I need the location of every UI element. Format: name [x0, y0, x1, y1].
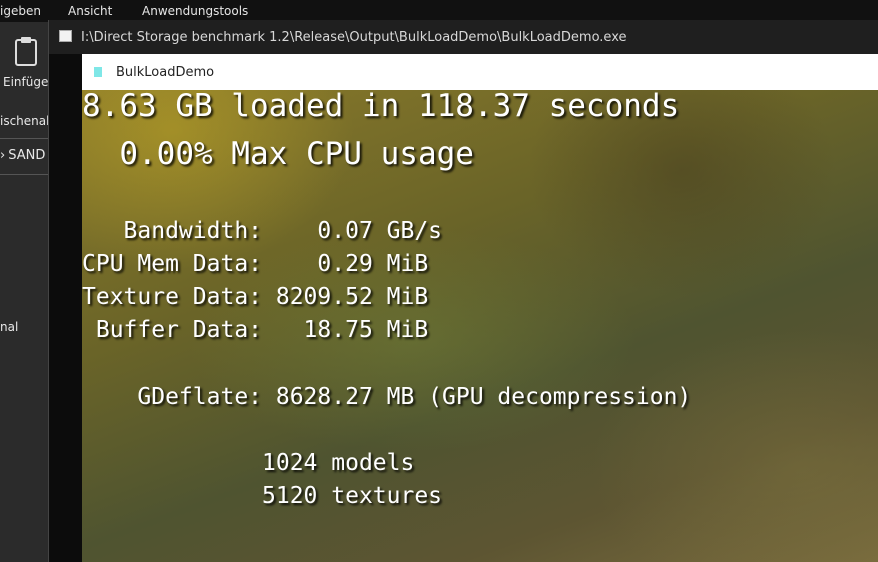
cpu-usage: 0.00% Max CPU usage — [82, 136, 474, 172]
folder-nav-label[interactable]: nal — [0, 320, 18, 334]
app-window: BulkLoadDemo 8.63 GB loaded in 118.37 se… — [82, 54, 878, 562]
console-title-bar[interactable]: I:\Direct Storage benchmark 1.2\Release\… — [49, 20, 878, 54]
drive-nav-item[interactable]: › SAND — [0, 148, 45, 163]
buffer-data-stat: Buffer Data: 18.75 MiB — [82, 317, 429, 343]
render-viewport: 8.63 GB loaded in 118.37 seconds 0.00% M… — [82, 90, 878, 562]
menu-item-ansicht[interactable]: Ansicht — [68, 4, 112, 18]
clipboard-icon[interactable] — [15, 36, 37, 66]
menu-item-freigeben[interactable]: igeben — [0, 4, 41, 18]
app-title: BulkLoadDemo — [116, 65, 215, 80]
bandwidth-stat: Bandwidth: 0.07 GB/s — [82, 218, 443, 244]
console-app-icon — [59, 30, 72, 42]
console-body — [49, 54, 83, 562]
cpu-mem-stat: CPU Mem Data: 0.29 MiB — [82, 251, 429, 277]
ribbon-divider — [0, 138, 48, 139]
chevron-right-icon: › — [0, 148, 6, 163]
models-count: 1024 models — [82, 450, 415, 476]
nav-divider — [0, 174, 48, 175]
app-title-bar[interactable]: BulkLoadDemo — [82, 54, 878, 90]
menu-item-anwendungstools[interactable]: Anwendungstools — [142, 4, 248, 18]
load-summary: 8.63 GB loaded in 118.37 seconds — [82, 90, 680, 124]
explorer-ribbon-left: Einfügen ischenabl › SAND nal — [0, 22, 57, 562]
textures-count: 5120 textures — [82, 483, 443, 509]
console-title: I:\Direct Storage benchmark 1.2\Release\… — [81, 30, 627, 45]
drive-nav-label: SAND — [8, 148, 46, 163]
gdeflate-stat: GDeflate: 8628.27 MB (GPU decompression) — [82, 384, 692, 410]
texture-data-stat: Texture Data: 8209.52 MiB — [82, 284, 429, 310]
explorer-menu-bar: igeben Ansicht Anwendungstools — [0, 0, 878, 22]
app-icon — [94, 67, 102, 77]
